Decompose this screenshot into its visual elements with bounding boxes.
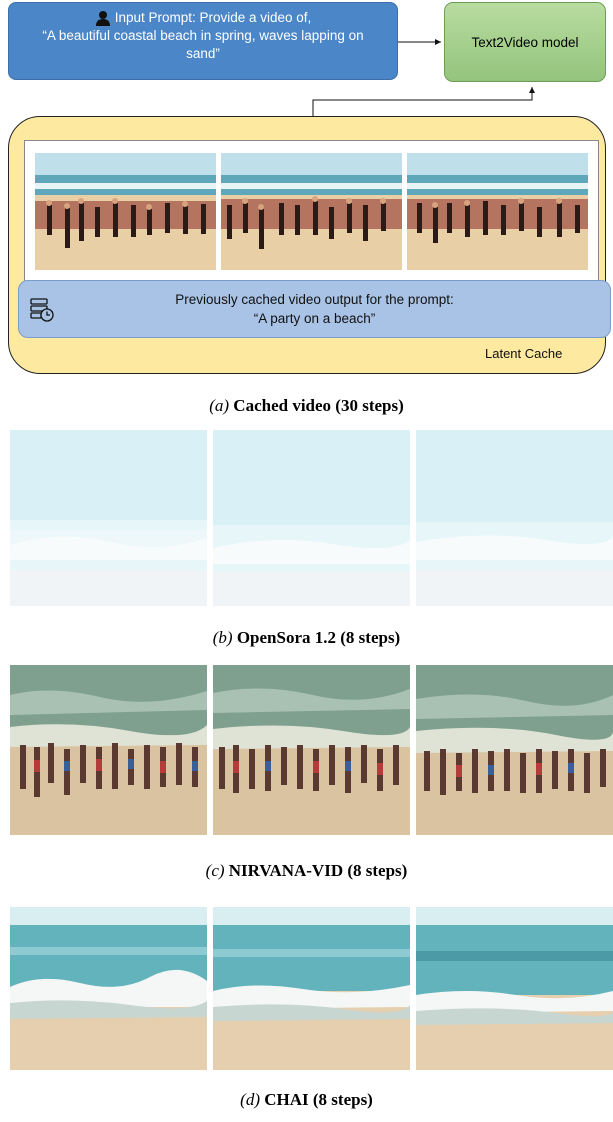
flow-arrows xyxy=(312,39,535,118)
caption-d-letter: (d) xyxy=(240,1090,260,1109)
chai-frame-3 xyxy=(416,907,613,1070)
cached-line-1: Previously cached video output for the p… xyxy=(175,292,454,307)
cache-clock-icon xyxy=(30,298,54,322)
cached-output-bar: Previously cached video output for the p… xyxy=(18,280,611,338)
caption-b-title: OpenSora 1.2 (8 steps) xyxy=(236,628,401,647)
nirvana-frame-2 xyxy=(213,665,410,835)
cache-to-model-arrow xyxy=(312,87,535,118)
cached-frame-3 xyxy=(407,153,588,270)
caption-d-title: CHAI (8 steps) xyxy=(264,1090,373,1109)
caption-c-letter: (c) xyxy=(205,861,225,880)
chai-frame-2 xyxy=(213,907,410,1070)
caption-c: (c) NIRVANA-VID (8 steps) xyxy=(0,861,613,881)
opensora-frame-3 xyxy=(416,430,613,606)
caption-b-letter: (b) xyxy=(212,628,233,647)
caption-a-title: Cached video (30 steps) xyxy=(233,396,404,415)
chai-frame-1 xyxy=(10,907,207,1070)
caption-d: (d) CHAI (8 steps) xyxy=(0,1090,613,1110)
opensora-frame-2 xyxy=(213,430,410,606)
nirvana-frame-3 xyxy=(416,665,613,835)
caption-c-title: NIRVANA-VID (8 steps) xyxy=(228,861,408,880)
opensora-frame-1 xyxy=(10,430,207,606)
latent-cache-label: Latent Cache xyxy=(485,346,563,361)
cached-frame-2 xyxy=(221,153,402,270)
cached-frame-1 xyxy=(35,153,216,270)
caption-a-letter: (a) xyxy=(209,396,230,415)
caption-a: (a) Cached video (30 steps) xyxy=(0,396,613,416)
cached-line-2: “A party on a beach” xyxy=(253,311,376,326)
nirvana-frame-1 xyxy=(10,665,207,835)
caption-b: (b) OpenSora 1.2 (8 steps) xyxy=(0,628,613,648)
